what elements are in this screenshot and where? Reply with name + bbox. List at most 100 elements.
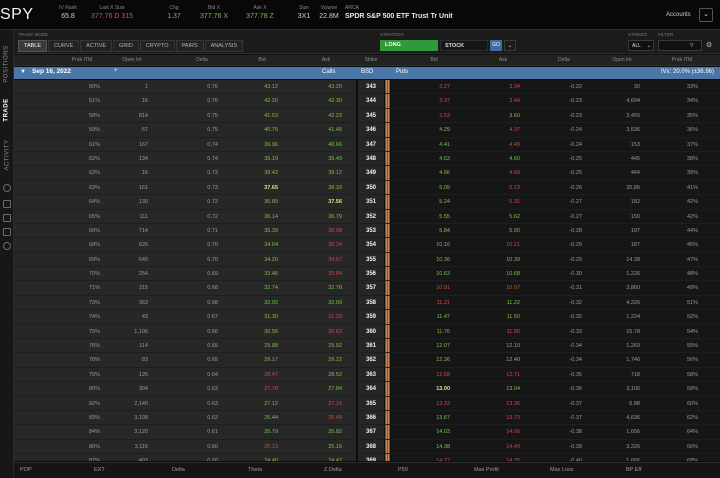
bottom-theta[interactable]: Theta: [248, 467, 262, 473]
strike-cell[interactable]: 353: [358, 227, 384, 235]
strike-cell[interactable]: 347: [358, 141, 384, 149]
call-ask-cell[interactable]: 25.82: [310, 428, 342, 436]
call-ask-cell[interactable]: 39.12: [310, 169, 342, 177]
call-bid-cell[interactable]: 41.53: [246, 112, 278, 120]
put-bid-cell[interactable]: 14.38: [418, 443, 450, 451]
put-ask-cell[interactable]: 13.04: [486, 385, 520, 393]
chart-icon[interactable]: [3, 228, 11, 236]
table-row[interactable]: 86% 3,116 0.60 25.13 25.16 368 14.38 14.40 -0.39…: [14, 439, 720, 455]
strike-cell[interactable]: 361: [358, 342, 384, 350]
call-bid-cell[interactable]: 32.74: [246, 284, 278, 292]
call-bid-cell[interactable]: 43.12: [246, 83, 278, 91]
call-bid-cell[interactable]: 27.12: [246, 400, 278, 408]
put-bid-cell[interactable]: 10.16: [418, 241, 450, 249]
strike-cell[interactable]: 369: [358, 457, 384, 461]
table-icon[interactable]: [3, 214, 11, 222]
bottom-p50[interactable]: P50: [398, 467, 408, 473]
tab-grid[interactable]: GRID: [113, 40, 139, 52]
call-ask-cell[interactable]: 35.34: [310, 241, 342, 249]
put-ask-cell[interactable]: 14.40: [486, 443, 520, 451]
call-ask-cell[interactable]: 34.57: [310, 256, 342, 264]
strike-cell[interactable]: 351: [358, 198, 384, 206]
put-bid-cell[interactable]: 12.36: [418, 356, 450, 364]
table-row[interactable]: 50% 1 0.76 43.12 43.20 343 3.27 3.34 -0.22 30 33%: [14, 80, 720, 95]
call-bid-cell[interactable]: 36.89: [246, 198, 278, 206]
call-bid-cell[interactable]: 35.39: [246, 227, 278, 235]
call-bid-cell[interactable]: 40.75: [246, 126, 278, 134]
header-strike[interactable]: Strike: [356, 57, 386, 63]
strike-cell[interactable]: 343: [358, 83, 384, 91]
strike-cell[interactable]: 359: [358, 313, 384, 321]
header-call-bid[interactable]: Bid: [246, 57, 278, 63]
call-ask-cell[interactable]: 27.16: [310, 400, 342, 408]
strike-cell[interactable]: 349: [358, 169, 384, 177]
call-ask-cell[interactable]: 42.23: [310, 112, 342, 120]
table-row[interactable]: 78% 83 0.65 29.17 29.22 362 12.36 12.40 -0.34 1,7…: [14, 353, 720, 368]
put-bid-cell[interactable]: 12.68: [418, 371, 450, 379]
header-put-delta[interactable]: Delta: [546, 57, 582, 63]
table-row[interactable]: 75% 1,106 0.66 30.56 30.63 360 11.76 11.80 -0.33…: [14, 324, 720, 340]
call-bid-cell[interactable]: 34.64: [246, 241, 278, 249]
call-bid-cell[interactable]: 25.13: [246, 443, 278, 451]
put-ask-cell[interactable]: 12.10: [486, 342, 520, 350]
bottom-z-delta[interactable]: Z Delta: [324, 467, 342, 473]
call-ask-cell[interactable]: 42.30: [310, 97, 342, 105]
bottom-bp-eff[interactable]: BP Eff: [626, 467, 641, 473]
add-icon[interactable]: +: [114, 68, 118, 74]
put-bid-cell[interactable]: 11.76: [418, 328, 450, 336]
put-ask-cell[interactable]: 5.31: [486, 198, 520, 206]
put-bid-cell[interactable]: 11.47: [418, 313, 450, 321]
put-ask-cell[interactable]: 11.50: [486, 313, 520, 321]
tab-positions[interactable]: POSITIONS: [0, 38, 14, 90]
put-ask-cell[interactable]: 10.97: [486, 284, 520, 292]
call-bid-cell[interactable]: 32.02: [246, 299, 278, 307]
filter-input[interactable]: [658, 40, 702, 51]
strategy-long-button[interactable]: LONG: [380, 40, 438, 51]
strike-cell[interactable]: 364: [358, 385, 384, 393]
tab-analysis[interactable]: ANALYSIS: [204, 40, 244, 52]
put-bid-cell[interactable]: 4.41: [418, 141, 450, 149]
strike-cell[interactable]: 356: [358, 270, 384, 278]
put-bid-cell[interactable]: 13.00: [418, 385, 450, 393]
table-row[interactable]: 51% 16 0.76 42.20 42.30 344 3.37 3.44 -0.23 4,694…: [14, 94, 720, 109]
call-ask-cell[interactable]: 26.49: [310, 414, 342, 422]
put-bid-cell[interactable]: 5.09: [418, 184, 450, 192]
strikes-select[interactable]: ALL ⌄: [628, 40, 654, 51]
put-ask-cell[interactable]: 10.68: [486, 270, 520, 278]
table-row[interactable]: 65% 111 0.72 36.14 36.79 352 5.55 5.62 -0.27 150 4…: [14, 209, 720, 224]
put-bid-cell[interactable]: 13.67: [418, 414, 450, 422]
put-ask-cell[interactable]: 3.60: [486, 112, 520, 120]
call-bid-cell[interactable]: 31.30: [246, 313, 278, 321]
table-row[interactable]: 74% 43 0.67 31.30 31.33 359 11.47 11.50 -0.32 1,2…: [14, 310, 720, 325]
put-bid-cell[interactable]: 13.32: [418, 400, 450, 408]
strike-cell[interactable]: 366: [358, 414, 384, 422]
bottom-delta[interactable]: Delta: [172, 467, 185, 473]
put-bid-cell[interactable]: 12.07: [418, 342, 450, 350]
call-bid-cell[interactable]: 27.78: [246, 385, 278, 393]
table-row[interactable]: 58% 814 0.75 41.53 42.23 345 3.53 3.60 -0.23 3,45…: [14, 108, 720, 124]
strike-cell[interactable]: 365: [358, 400, 384, 408]
call-ask-cell[interactable]: 24.47: [310, 457, 342, 461]
put-ask-cell[interactable]: 4.49: [486, 141, 520, 149]
call-ask-cell[interactable]: 27.84: [310, 385, 342, 393]
put-ask-cell[interactable]: 14.06: [486, 428, 520, 436]
put-bid-cell[interactable]: 5.84: [418, 227, 450, 235]
put-ask-cell[interactable]: 4.69: [486, 169, 520, 177]
put-ask-cell[interactable]: 5.90: [486, 227, 520, 235]
header-put-prob-itm[interactable]: Prob ITM: [662, 57, 702, 63]
accounts-label[interactable]: Accounts: [666, 12, 691, 18]
strike-cell[interactable]: 350: [358, 184, 384, 192]
table-row[interactable]: 73% 363 0.68 32.02 32.09 358 11.21 11.22 -0.32 4,…: [14, 295, 720, 311]
strategy-stock-button[interactable]: STOCK: [440, 40, 488, 51]
strike-cell[interactable]: 368: [358, 443, 384, 451]
put-ask-cell[interactable]: 13.36: [486, 400, 520, 408]
call-ask-cell[interactable]: 28.52: [310, 371, 342, 379]
table-row[interactable]: 68% 626 0.70 34.64 35.34 354 10.16 10.21 -0.29 18…: [14, 238, 720, 253]
table-row[interactable]: 63% 16 0.73 38.42 39.12 349 4.66 4.69 -0.25 464 39…: [14, 166, 720, 181]
put-bid-cell[interactable]: 10.63: [418, 270, 450, 278]
bottom-pop[interactable]: POP: [20, 467, 32, 473]
put-bid-cell[interactable]: 14.72: [418, 457, 450, 461]
put-bid-cell[interactable]: 5.24: [418, 198, 450, 206]
put-ask-cell[interactable]: 3.34: [486, 83, 520, 91]
strike-cell[interactable]: 344: [358, 97, 384, 105]
